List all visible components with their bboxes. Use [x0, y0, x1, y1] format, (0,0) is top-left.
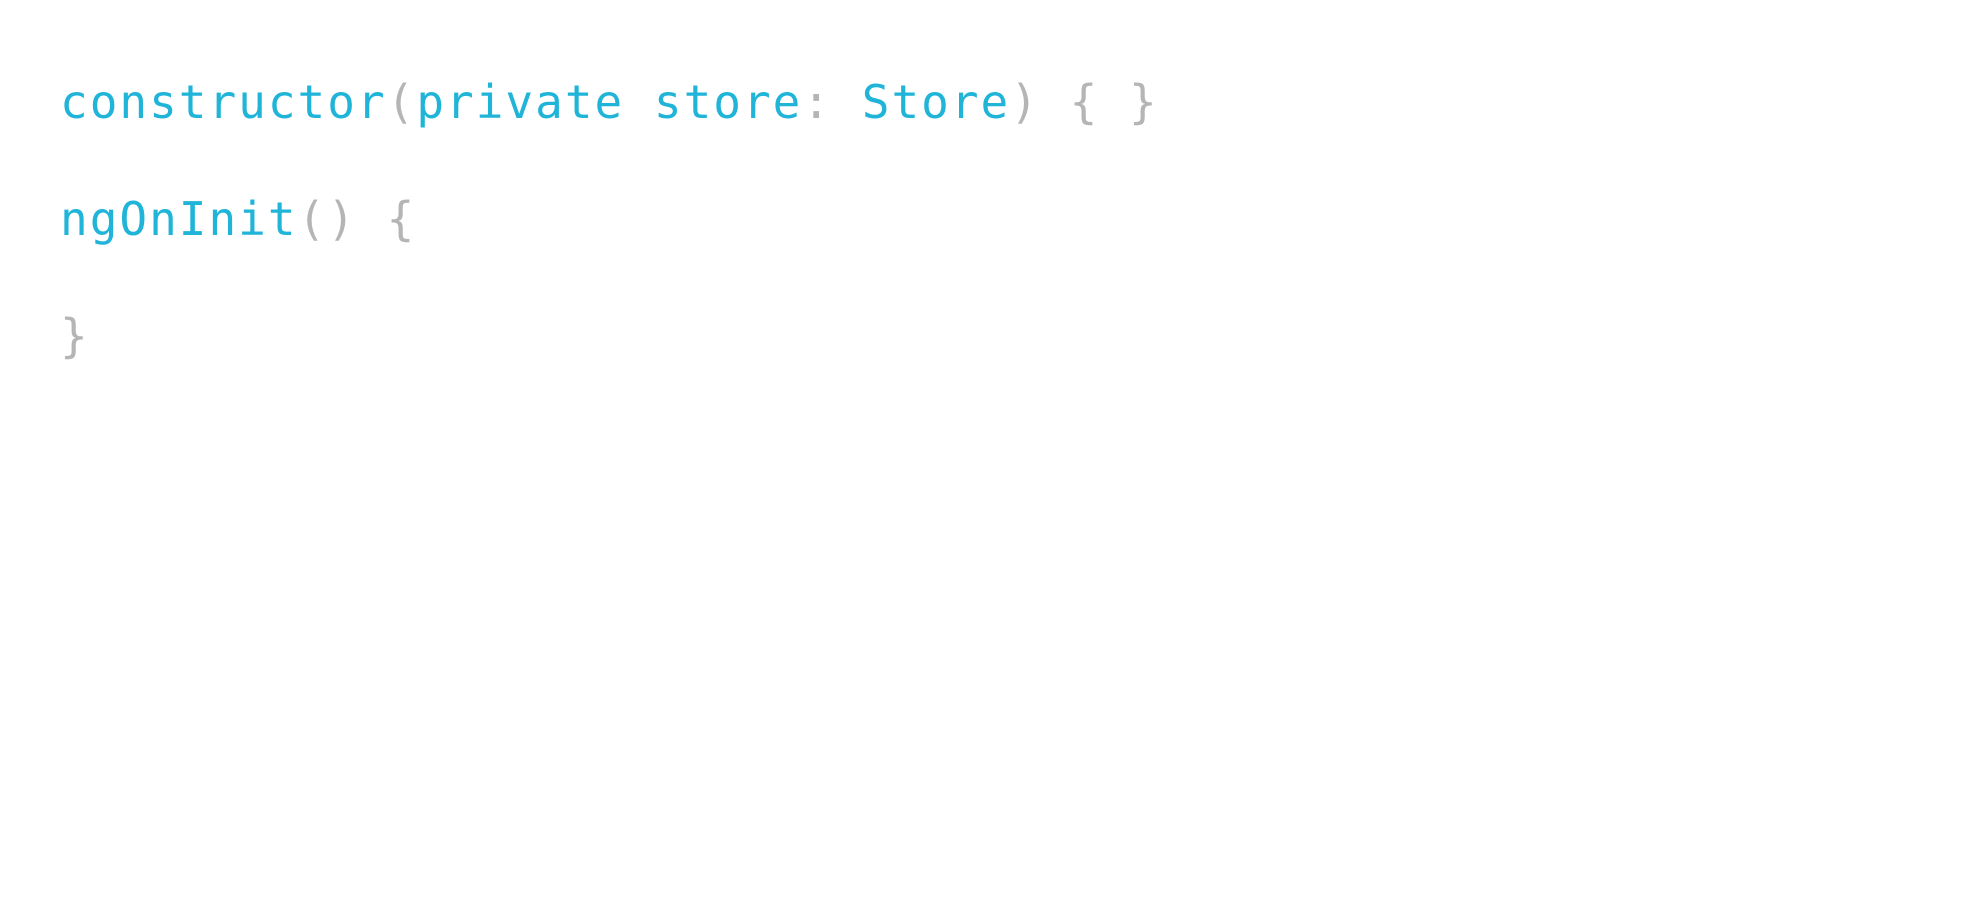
open-paren: ( [386, 75, 417, 129]
code-view: constructor(private store: Store) { } ng… [0, 0, 1980, 900]
param-type: Store [861, 75, 1011, 129]
close-brace: } [60, 309, 90, 363]
ngoninit-method-name: ngOnInit [60, 192, 298, 246]
constructor-keyword: constructor [60, 75, 387, 129]
method-open: () { [297, 192, 417, 246]
param-name: private store [416, 75, 803, 129]
code-line-ngoninit: ngOnInit() { [60, 185, 1980, 302]
constructor-body: ) { } [1010, 75, 1159, 129]
code-line-constructor: constructor(private store: Store) { } [60, 68, 1980, 185]
type-colon: : [802, 75, 862, 129]
code-line-close-brace: } [60, 302, 1980, 419]
